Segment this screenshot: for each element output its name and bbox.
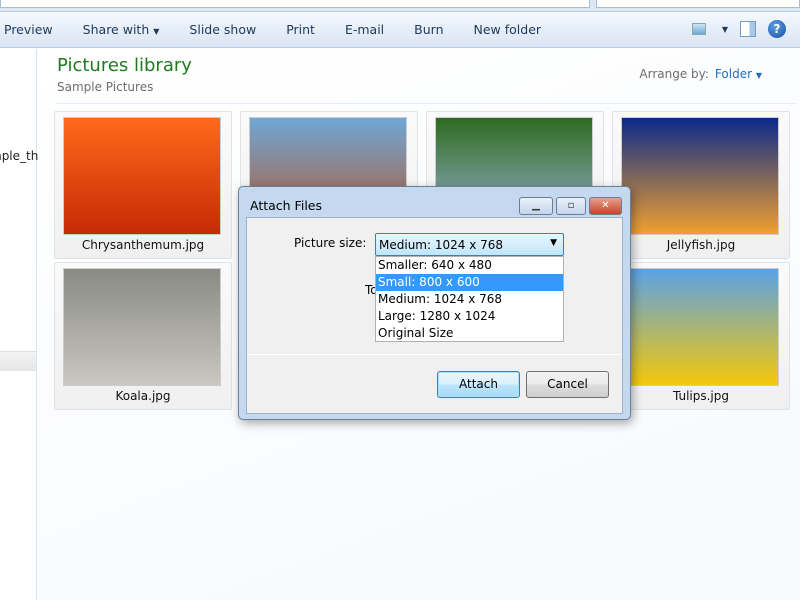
option-original[interactable]: Original Size bbox=[376, 325, 563, 342]
cancel-button[interactable]: Cancel bbox=[526, 371, 609, 398]
new-folder-button[interactable]: New folder bbox=[474, 22, 542, 37]
navigation-pane: mple_th bbox=[0, 49, 38, 600]
maximize-button[interactable]: ▫ bbox=[556, 197, 586, 215]
option-large[interactable]: Large: 1280 x 1024 bbox=[376, 308, 563, 325]
selected-value: Medium: 1024 x 768 bbox=[379, 238, 504, 252]
share-with-button[interactable]: Share with ▼ bbox=[83, 22, 160, 37]
file-name: Koala.jpg bbox=[115, 389, 171, 403]
preview-pane-icon[interactable] bbox=[740, 21, 756, 37]
chevron-down-icon[interactable]: ▼ bbox=[722, 25, 728, 34]
email-button[interactable]: E-mail bbox=[345, 22, 384, 37]
close-button[interactable]: ✕ bbox=[589, 197, 622, 215]
dialog-body: Picture size: To Medium: 1024 x 768 ▼ Sma… bbox=[246, 217, 623, 414]
file-tile[interactable]: Koala.jpg bbox=[54, 262, 232, 410]
file-tile[interactable]: Tulips.jpg bbox=[612, 262, 790, 410]
arrange-by: Arrange by: Folder ▼ bbox=[639, 67, 762, 81]
thumbnail-image bbox=[621, 117, 779, 235]
file-name: Jellyfish.jpg bbox=[666, 238, 736, 252]
address-bar[interactable] bbox=[0, 0, 590, 8]
arrange-by-dropdown[interactable]: Folder ▼ bbox=[715, 67, 762, 81]
help-icon[interactable]: ? bbox=[768, 20, 786, 38]
file-tile[interactable]: Chrysanthemum.jpg bbox=[54, 111, 232, 259]
file-name: Chrysanthemum.jpg bbox=[81, 238, 205, 252]
option-medium[interactable]: Medium: 1024 x 768 bbox=[376, 291, 563, 308]
attach-button[interactable]: Attach bbox=[437, 371, 520, 398]
thumbnail-image bbox=[63, 117, 221, 235]
picture-size-options: Smaller: 640 x 480 Small: 800 x 600 Medi… bbox=[375, 256, 564, 342]
divider bbox=[247, 354, 622, 355]
chevron-down-icon: ▼ bbox=[153, 27, 160, 36]
divider bbox=[56, 103, 796, 104]
picture-size-label: Picture size: bbox=[294, 236, 367, 250]
preview-button[interactable]: Preview bbox=[4, 22, 53, 37]
page-subtitle: Sample Pictures bbox=[57, 80, 154, 94]
page-title: Pictures library bbox=[57, 55, 192, 76]
print-button[interactable]: Print bbox=[286, 22, 315, 37]
nav-scroll-bar[interactable] bbox=[0, 351, 36, 371]
file-tile[interactable]: Jellyfish.jpg bbox=[612, 111, 790, 259]
file-name: Tulips.jpg bbox=[672, 389, 730, 403]
option-smaller[interactable]: Smaller: 640 x 480 bbox=[376, 257, 563, 274]
nav-item[interactable]: mple_th bbox=[0, 149, 38, 163]
picture-size-select[interactable]: Medium: 1024 x 768 ▼ bbox=[375, 233, 564, 256]
chevron-down-icon: ▼ bbox=[550, 238, 557, 248]
search-box[interactable] bbox=[596, 0, 800, 8]
dialog-title: Attach Files bbox=[250, 198, 322, 213]
arrange-by-value: Folder bbox=[714, 67, 753, 81]
thumbnail-image bbox=[63, 268, 221, 386]
slide-show-button[interactable]: Slide show bbox=[189, 22, 256, 37]
chevron-down-icon: ▼ bbox=[755, 71, 762, 80]
share-with-label: Share with bbox=[82, 22, 150, 37]
arrange-by-label: Arrange by: bbox=[639, 67, 709, 81]
option-small[interactable]: Small: 800 x 600 bbox=[376, 274, 563, 291]
address-bar-area bbox=[0, 0, 800, 12]
thumbnail-image bbox=[621, 268, 779, 386]
toolbar: Preview Share with ▼ Slide show Print E-m… bbox=[0, 12, 800, 48]
change-view-icon[interactable] bbox=[691, 23, 706, 35]
minimize-button[interactable]: ▁ bbox=[519, 197, 553, 215]
burn-button[interactable]: Burn bbox=[414, 22, 443, 37]
attach-files-dialog: Attach Files ▁ ▫ ✕ Picture size: To Medi… bbox=[238, 186, 631, 420]
